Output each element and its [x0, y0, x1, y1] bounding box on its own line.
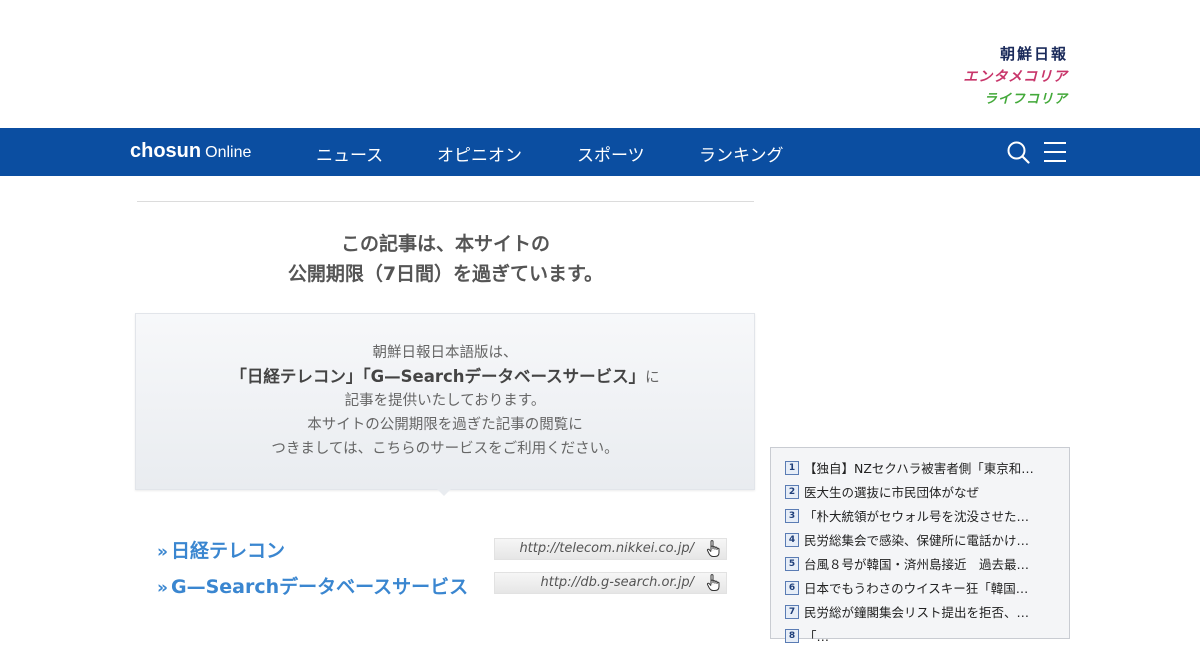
service-link-g-search[interactable]: » G—Searchデータベースサービス [157, 572, 468, 599]
brand-life-korea[interactable]: ライフコリア [963, 88, 1068, 110]
ranking-title: 民労総が鐘閣集会リスト提出を拒否、… [804, 605, 1030, 620]
service-link-nikkei-telecom[interactable]: » 日経テレコン [157, 536, 285, 563]
ranking-number: 3 [785, 508, 799, 523]
ranking-number: 4 [785, 532, 799, 547]
ranking-number: 8 [785, 628, 799, 643]
info-line-2: 「日経テレコン」「G—Searchデータベースサービス」に [136, 363, 754, 387]
info-box-pointer [436, 488, 452, 496]
top-header: 朝鮮日報 エンタメコリア ライフコリア [0, 0, 1200, 128]
expired-notice-headline: この記事は、本サイトの 公開期限（7日間）を過ぎています。 [137, 229, 754, 289]
headline-line-2: 公開期限（7日間）を過ぎています。 [287, 263, 604, 285]
info-line-2-suffix: に [645, 370, 660, 386]
logo-text-light: Online [205, 144, 252, 161]
hamburger-menu-icon[interactable] [1043, 140, 1067, 164]
service-url: http://db.g-search.or.jp/ [540, 575, 695, 590]
ranking-item[interactable]: 5 台風８号が韓国・済州島接近 過去最… [785, 554, 1061, 574]
nav-item-sports[interactable]: スポーツ [577, 141, 645, 166]
headline-line-1: この記事は、本サイトの [340, 233, 550, 255]
brand-links: 朝鮮日報 エンタメコリア ライフコリア [963, 44, 1068, 110]
hand-pointer-icon [706, 574, 720, 591]
logo-text-bold: chosun [130, 140, 202, 162]
ranking-number: 5 [785, 556, 799, 571]
ranking-number: 7 [785, 604, 799, 619]
info-box: 朝鮮日報日本語版は、 「日経テレコン」「G—Searchデータベースサービス」に… [135, 313, 755, 490]
info-services-strong: 「日経テレコン」「G—Searchデータベースサービス」 [230, 367, 646, 386]
nav-item-news[interactable]: ニュース [316, 141, 383, 166]
service-url-box-g-search[interactable]: http://db.g-search.or.jp/ [494, 572, 727, 594]
info-line-1: 朝鮮日報日本語版は、 [372, 345, 518, 361]
service-url: http://telecom.nikkei.co.jp/ [519, 541, 694, 556]
ranking-item[interactable]: 7 民労総が鐘閣集会リスト提出を拒否、… [785, 602, 1061, 622]
ranking-title: 日本でもうわさのウイスキー狂「韓国… [804, 581, 1029, 596]
divider [137, 201, 754, 202]
brand-chosun-ilbo[interactable]: 朝鮮日報 [963, 44, 1068, 64]
ranking-title: 【独自】NZセクハラ被害者側「東京和… [804, 461, 1034, 476]
ranking-title: 「朴大統領がセウォル号を沈没させた… [804, 509, 1030, 524]
info-line-5: つきましては、こちらのサービスをご利用ください。 [271, 441, 619, 457]
brand-entame-korea[interactable]: エンタメコリア [963, 64, 1068, 88]
ranking-title: 民労総集会で感染、保健所に電話かけ… [804, 533, 1030, 548]
ranking-number: 6 [785, 580, 799, 595]
service-url-box-nikkei[interactable]: http://telecom.nikkei.co.jp/ [494, 538, 727, 560]
search-icon[interactable] [1006, 140, 1030, 164]
info-line-3: 記事を提供いたしております。 [344, 393, 546, 409]
ranking-item[interactable]: 3 「朴大統領がセウォル号を沈没させた… [785, 506, 1061, 526]
ranking-item[interactable]: 8 「… [785, 626, 1061, 646]
nav-item-ranking[interactable]: ランキング [699, 141, 784, 166]
double-chevron-right-icon: » [157, 578, 168, 598]
ranking-number: 1 [785, 460, 799, 475]
ranking-title: 台風８号が韓国・済州島接近 過去最… [804, 557, 1030, 572]
ranking-item[interactable]: 1 【独自】NZセクハラ被害者側「東京和… [785, 458, 1061, 478]
site-logo[interactable]: chosun Online [130, 140, 251, 163]
ranking-item[interactable]: 6 日本でもうわさのウイスキー狂「韓国… [785, 578, 1061, 598]
ranking-number: 2 [785, 484, 799, 499]
service-name: G—Searchデータベースサービス [170, 576, 469, 598]
hand-pointer-icon [706, 540, 720, 557]
service-name: 日経テレコン [170, 540, 285, 562]
ranking-item[interactable]: 2 医大生の選抜に市民団体がなぜ [785, 482, 1061, 502]
info-line-4: 本サイトの公開期限を過ぎた記事の閲覧に [307, 417, 583, 433]
ranking-title: 医大生の選抜に市民団体がなぜ [804, 485, 980, 500]
double-chevron-right-icon: » [157, 542, 168, 562]
nav-item-opinion[interactable]: オピニオン [437, 141, 522, 166]
ranking-box: 1 【独自】NZセクハラ被害者側「東京和… 2 医大生の選抜に市民団体がなぜ 3 「朴… [770, 447, 1070, 644]
ranking-title: 「… [804, 629, 830, 644]
ranking-item[interactable]: 4 民労総集会で感染、保健所に電話かけ… [785, 530, 1061, 550]
